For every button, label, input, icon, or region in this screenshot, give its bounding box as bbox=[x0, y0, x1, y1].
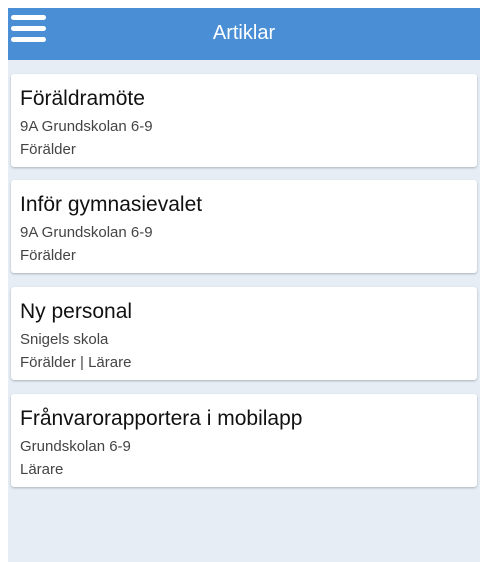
article-card[interactable]: Ny personal Snigels skola Förälder | Lär… bbox=[11, 287, 477, 380]
article-card[interactable]: Inför gymnasievalet 9A Grundskolan 6-9 F… bbox=[11, 180, 477, 273]
app-screen: Artiklar Föräldramöte 9A Grundskolan 6-9… bbox=[8, 8, 480, 562]
article-audience: Förälder bbox=[20, 247, 76, 264]
article-title: Ny personal bbox=[20, 300, 133, 323]
article-school: Grundskolan 6-9 bbox=[20, 438, 131, 455]
article-audience: Förälder | Lärare bbox=[20, 354, 132, 371]
article-audience: Lärare bbox=[20, 461, 64, 478]
top-app-bar: Artiklar bbox=[8, 8, 480, 60]
article-school: Snigels skola bbox=[20, 331, 109, 348]
article-audience: Förälder bbox=[20, 141, 76, 158]
article-card[interactable]: Frånvarorapportera i mobilapp Grundskola… bbox=[11, 394, 477, 487]
article-title: Inför gymnasievalet bbox=[20, 193, 203, 216]
article-title: Frånvarorapportera i mobilapp bbox=[20, 407, 303, 430]
page-title: Artiklar bbox=[212, 22, 276, 44]
article-title: Föräldramöte bbox=[20, 87, 145, 110]
article-school: 9A Grundskolan 6-9 bbox=[20, 224, 153, 241]
article-school: 9A Grundskolan 6-9 bbox=[20, 118, 153, 135]
article-card[interactable]: Föräldramöte 9A Grundskolan 6-9 Förälder bbox=[11, 74, 477, 167]
